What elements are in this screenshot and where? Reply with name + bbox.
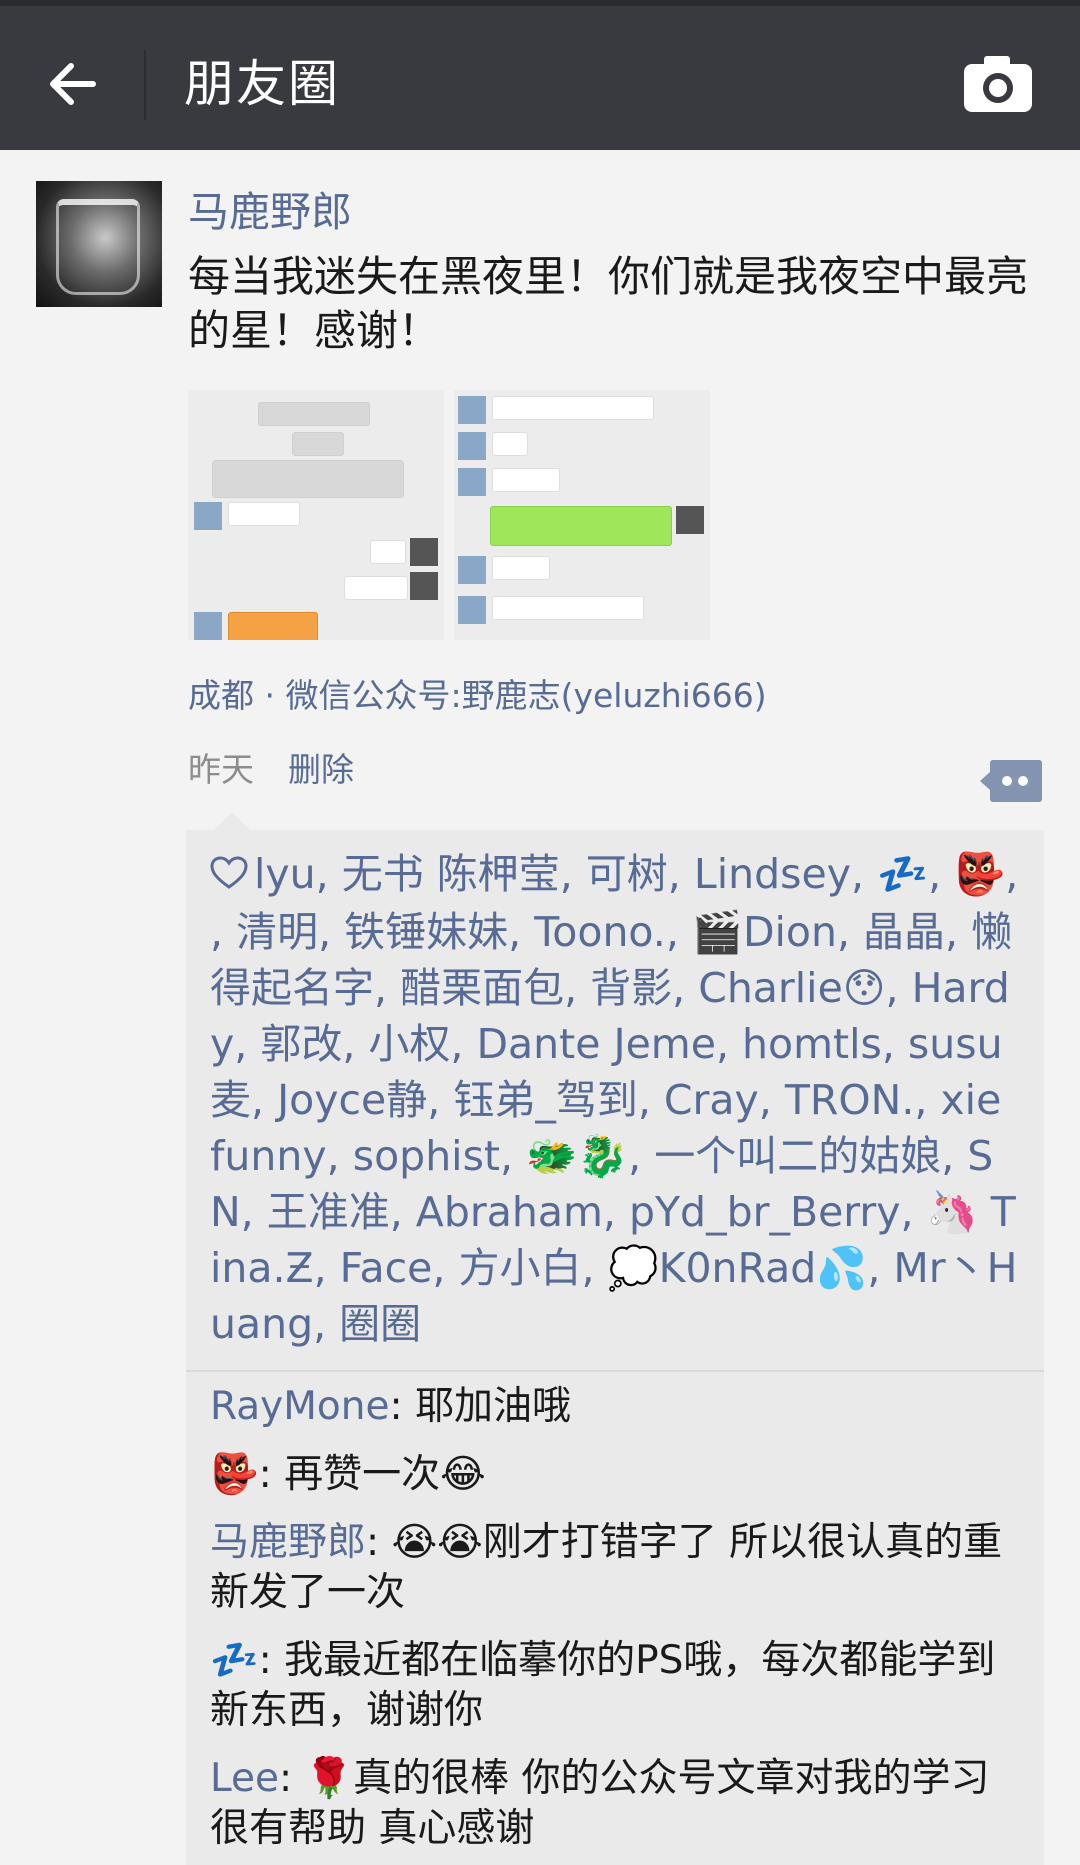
chat-bubble	[492, 556, 550, 580]
likes-names[interactable]: lyu, 无书 陈柙莹, 可树, Lindsey, 💤, 👺, , 清明, 铁锤…	[210, 850, 1018, 1348]
chat-avatar	[194, 612, 222, 640]
back-button[interactable]	[32, 44, 112, 124]
chat-bubble	[344, 576, 408, 600]
author-name[interactable]: 马鹿野郎	[188, 184, 352, 240]
chat-avatar	[458, 396, 486, 424]
chat-bubble	[228, 502, 300, 526]
heart-icon	[210, 848, 248, 904]
ellipsis-icon	[980, 760, 1042, 802]
chat-bubble	[492, 596, 644, 620]
comment-text: 我最近都在临摹你的PS哦，每次都能学到新东西，谢谢你	[210, 1638, 996, 1733]
post-image-2[interactable]	[454, 390, 710, 640]
page-title: 朋友圈	[184, 55, 340, 113]
glass-image	[56, 199, 140, 295]
comment-text: 🌹真的很棒 你的公众号文章对我的学习很有帮助 真心感谢	[210, 1756, 990, 1851]
post-time: 昨天	[188, 750, 254, 789]
chat-bubble	[212, 460, 404, 498]
top-bar: 朋友圈	[0, 0, 1080, 150]
chat-avatar	[676, 506, 704, 534]
chat-bubble	[490, 506, 672, 546]
chat-bubble	[370, 540, 406, 564]
comment-author[interactable]: RayMone	[210, 1384, 389, 1429]
chat-bubble	[292, 432, 344, 456]
chat-avatar	[458, 468, 486, 496]
comment-author[interactable]: 💤	[210, 1638, 259, 1683]
comment-text: 耶加油哦	[415, 1384, 572, 1429]
arrow-left-icon	[50, 63, 96, 105]
comment-text: 再赞一次😂	[284, 1452, 486, 1497]
camera-button[interactable]	[962, 52, 1036, 116]
comment-author[interactable]: 马鹿野郎	[210, 1520, 366, 1565]
post-images	[188, 390, 710, 640]
comment-item[interactable]: 👺: 再赞一次😂	[210, 1450, 1024, 1500]
comment-item[interactable]: RayMone: 耶加油哦	[210, 1382, 1024, 1432]
chat-avatar	[194, 502, 222, 530]
chat-avatar	[458, 432, 486, 460]
chat-avatar	[410, 572, 438, 600]
chat-bubble	[492, 396, 654, 420]
post-image-1[interactable]	[188, 390, 444, 640]
comment-author[interactable]: Lee	[210, 1756, 279, 1801]
chat-avatar	[410, 538, 438, 566]
comment-item[interactable]: 马鹿野郎: 😭😭刚才打错字了 所以很认真的重新发了一次	[210, 1518, 1024, 1618]
chat-bubble	[492, 468, 560, 492]
chat-bubble	[258, 402, 370, 426]
comment-author[interactable]: 👺	[210, 1452, 259, 1497]
comment-item[interactable]: Lee: 🌹真的很棒 你的公众号文章对我的学习很有帮助 真心感谢	[210, 1754, 1024, 1854]
header-divider	[144, 50, 146, 120]
comment-menu-button[interactable]	[980, 758, 1044, 804]
red-packet-bubble	[228, 612, 318, 640]
post-text: 每当我迷失在黑夜里！你们就是我夜空中最亮的星！感谢！	[188, 252, 1029, 355]
interaction-panel: lyu, 无书 陈柙莹, 可树, Lindsey, 💤, 👺, , 清明, 铁锤…	[186, 812, 1044, 1865]
camera-icon	[964, 56, 1032, 112]
chat-avatar	[458, 596, 486, 624]
likes-list: lyu, 无书 陈柙莹, 可树, Lindsey, 💤, 👺, , 清明, 铁锤…	[186, 830, 1044, 1370]
author-avatar[interactable]	[36, 181, 162, 307]
delete-button[interactable]: 删除	[288, 746, 354, 794]
post-location[interactable]: 成都 · 微信公众号:野鹿志(yeluzhi666)	[188, 668, 767, 724]
chat-avatar	[458, 556, 486, 584]
comments-list: RayMone: 耶加油哦 👺: 再赞一次😂 马鹿野郎: 😭😭刚才打错字了 所以…	[186, 1372, 1044, 1854]
comment-item[interactable]: 💤: 我最近都在临摹你的PS哦，每次都能学到新东西，谢谢你	[210, 1636, 1024, 1736]
chat-bubble	[492, 432, 528, 456]
